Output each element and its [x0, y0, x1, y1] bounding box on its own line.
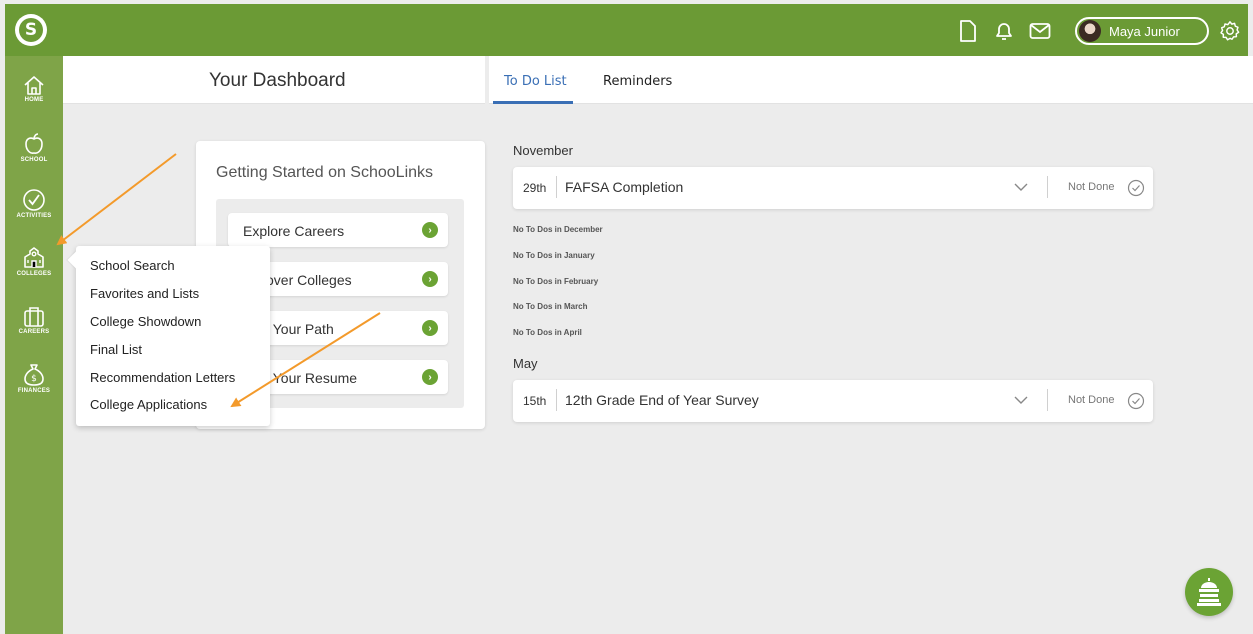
sidebar-item-careers[interactable]: CAREERS: [5, 306, 63, 335]
menu-item-recommendation-letters[interactable]: Recommendation Letters: [90, 370, 235, 385]
getting-started-item[interactable]: Explore Careers ›: [228, 213, 448, 247]
chevron-down-icon[interactable]: [1013, 179, 1029, 195]
user-menu[interactable]: Maya Junior: [1075, 17, 1209, 45]
tab-reminders[interactable]: Reminders: [603, 74, 672, 89]
todo-card-fafsa[interactable]: 29th FAFSA Completion Not Done: [513, 167, 1153, 209]
getting-started-item-label: l Your Resume: [266, 370, 358, 386]
sidebar-item-finances[interactable]: $ FINANCES: [5, 363, 63, 394]
gear-icon[interactable]: [1217, 18, 1243, 44]
schoollinks-logo-icon[interactable]: S: [15, 14, 47, 46]
getting-started-item-label: over Colleges: [266, 272, 352, 288]
todo-status: Not Done: [1068, 394, 1115, 406]
sidebar-item-home[interactable]: HOME: [5, 74, 63, 103]
sidebar-item-school[interactable]: SCHOOL: [5, 132, 63, 163]
sidebar-item-activities[interactable]: ACTIVITIES: [5, 188, 63, 219]
month-label-november: November: [513, 143, 573, 158]
check-circle-icon[interactable]: [1127, 392, 1145, 410]
sidebar: HOME SCHOOL ACTIVITIES COLLEGES CAREERS …: [5, 56, 63, 634]
todo-card-end-of-year-survey[interactable]: 15th 12th Grade End of Year Survey Not D…: [513, 380, 1153, 422]
page-title: Your Dashboard: [209, 70, 346, 91]
mail-icon[interactable]: [1027, 18, 1053, 44]
getting-started-item-label: l Your Path: [266, 321, 334, 337]
capitol-building-icon: [1197, 578, 1221, 606]
empty-month-text: No To Dos in February: [513, 277, 599, 286]
check-circle-icon[interactable]: [1127, 179, 1145, 197]
tabs-header: To Do List Reminders: [489, 56, 1253, 104]
month-label-may: May: [513, 356, 538, 371]
dashboard-header: Your Dashboard: [63, 56, 485, 104]
chevron-right-icon: ›: [422, 222, 438, 238]
bell-icon[interactable]: [991, 18, 1017, 44]
sidebar-item-label: ACTIVITIES: [16, 213, 52, 219]
getting-started-item-label: Explore Careers: [243, 223, 345, 239]
sidebar-item-colleges[interactable]: COLLEGES: [5, 246, 63, 277]
menu-item-college-showdown[interactable]: College Showdown: [90, 314, 201, 329]
home-icon: [24, 76, 44, 95]
svg-text:$: $: [31, 374, 37, 384]
avatar: [1079, 20, 1101, 42]
money-bag-icon: $: [24, 364, 44, 386]
capitol-building-button[interactable]: [1185, 568, 1233, 616]
sidebar-item-label: FINANCES: [17, 388, 51, 394]
active-tab-indicator: [493, 101, 573, 104]
user-name: Maya Junior: [1109, 23, 1180, 39]
check-circle-icon: [23, 189, 45, 211]
menu-item-school-search[interactable]: School Search: [90, 258, 175, 273]
menu-item-college-applications[interactable]: College Applications: [90, 397, 207, 412]
tab-to-do-list[interactable]: To Do List: [504, 74, 567, 89]
empty-month-text: No To Dos in March: [513, 302, 588, 311]
colleges-menu: School Search Favorites and Lists Colleg…: [67, 246, 270, 426]
college-building-icon: [24, 247, 44, 268]
empty-month-text: No To Dos in December: [513, 225, 603, 234]
menu-item-final-list[interactable]: Final List: [90, 342, 142, 357]
briefcase-icon: [24, 307, 44, 327]
sidebar-item-label: HOME: [24, 97, 44, 103]
todo-date: 15th: [523, 394, 547, 408]
todo-title: 12th Grade End of Year Survey: [565, 392, 759, 408]
todo-date: 29th: [523, 181, 547, 195]
chevron-right-icon: ›: [422, 320, 438, 336]
top-bar: S Maya Junior: [5, 4, 1248, 56]
chevron-down-icon[interactable]: [1013, 392, 1029, 408]
document-icon[interactable]: [955, 18, 981, 44]
apple-icon: [25, 133, 43, 154]
sidebar-item-label: SCHOOL: [20, 157, 48, 163]
empty-month-text: No To Dos in April: [513, 328, 582, 337]
chevron-right-icon: ›: [422, 369, 438, 385]
sidebar-item-label: CAREERS: [18, 329, 50, 335]
todo-title: FAFSA Completion: [565, 179, 684, 195]
menu-item-favorites-and-lists[interactable]: Favorites and Lists: [90, 286, 199, 301]
todo-status: Not Done: [1068, 181, 1115, 193]
getting-started-title: Getting Started on SchooLinks: [216, 164, 434, 181]
sidebar-item-label: COLLEGES: [16, 271, 52, 277]
chevron-right-icon: ›: [422, 271, 438, 287]
empty-month-text: No To Dos in January: [513, 251, 595, 260]
